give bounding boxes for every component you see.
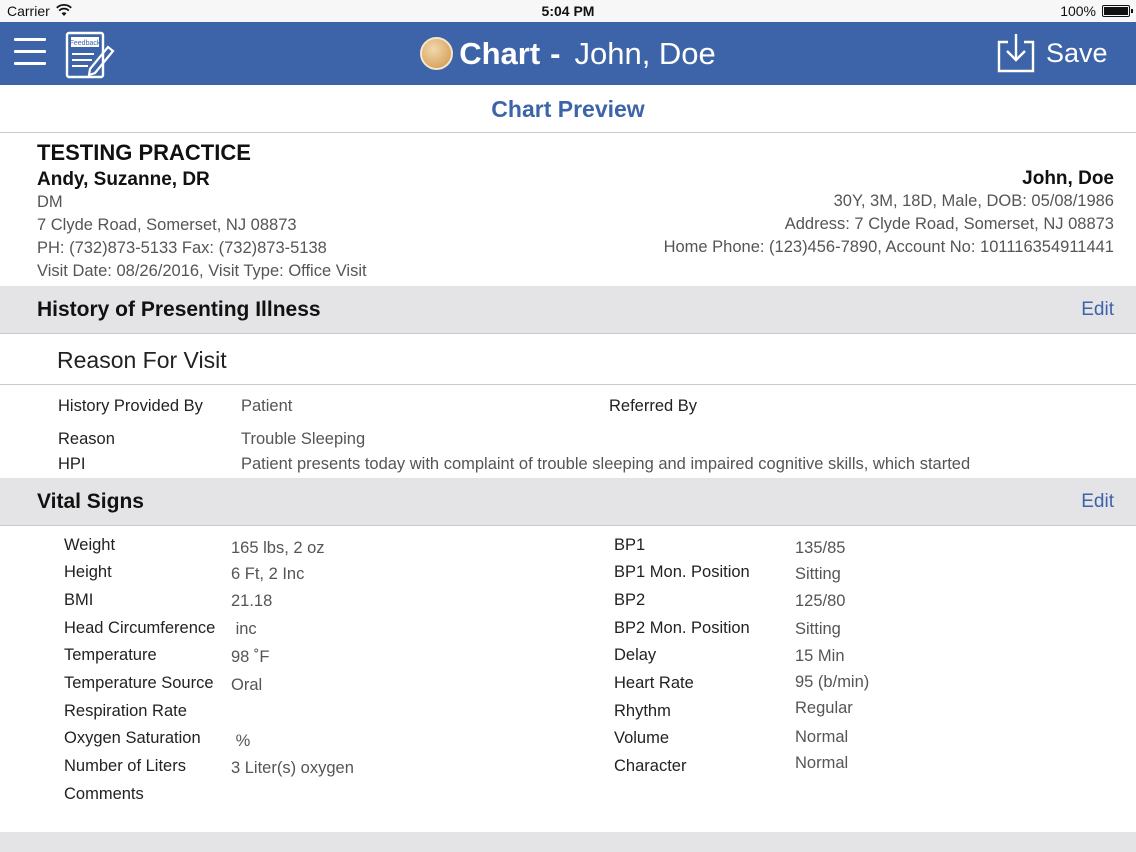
vitals-edit-button[interactable]: Edit — [1081, 478, 1114, 526]
history-provided-by-value: Patient — [241, 397, 293, 415]
history-provided-by-label: History Provided By — [58, 397, 203, 415]
vitals-section-title: Vital Signs — [37, 490, 144, 513]
hpi-value: Patient presents today with complaint of… — [241, 455, 971, 473]
referred-by-label: Referred By — [609, 397, 698, 415]
vital-label: Delay — [614, 646, 657, 664]
vital-value: 98 ˚F — [231, 648, 270, 666]
save-icon — [997, 34, 1035, 73]
vital-value: % — [231, 732, 251, 750]
reason-for-visit-header: Reason For Visit — [0, 335, 1136, 385]
vital-value: 21.18 — [231, 592, 273, 610]
vitals-section-header: Vital Signs Edit — [0, 478, 1136, 526]
practice-phone: PH: (732)873-5133 Fax: (732)873-5138 — [37, 239, 327, 257]
vital-label: Volume — [614, 729, 670, 747]
vital-value: 95 (b/min) — [795, 673, 870, 691]
social-edit-button[interactable]: Edit — [1081, 838, 1114, 852]
menu-button[interactable] — [14, 38, 46, 68]
practice-address: 7 Clyde Road, Somerset, NJ 08873 — [37, 216, 297, 234]
vital-value: Sitting — [795, 565, 841, 583]
vital-label: Heart Rate — [614, 674, 694, 692]
vital-value: Normal — [795, 728, 849, 746]
vital-label: Character — [614, 757, 687, 775]
vital-label: Temperature — [64, 646, 157, 664]
vital-label: Comments — [64, 785, 144, 803]
visit-info: Visit Date: 08/26/2016, Visit Type: Offi… — [37, 262, 367, 280]
patient-address: Address: 7 Clyde Road, Somerset, NJ 0887… — [784, 215, 1114, 233]
save-label: Save — [1046, 37, 1108, 68]
battery-icon — [1102, 5, 1133, 17]
save-button[interactable]: Save — [996, 30, 1108, 76]
doctor-name: Andy, Suzanne, DR — [37, 169, 210, 190]
status-dot-icon — [420, 37, 454, 70]
vital-label: Oxygen Saturation — [64, 729, 201, 747]
hpi-section-title: History of Presenting Illness — [37, 298, 321, 321]
battery-percent: 100% — [1060, 3, 1096, 19]
vital-label: Temperature Source — [64, 674, 214, 692]
vital-label: BP2 Mon. Position — [614, 619, 750, 637]
vital-value: Sitting — [795, 620, 841, 638]
feedback-icon[interactable]: Feedback — [64, 29, 116, 81]
title-chart: Chart — [459, 35, 541, 71]
vital-value: 125/80 — [795, 592, 846, 610]
hpi-edit-button[interactable]: Edit — [1081, 286, 1114, 334]
vital-value: 3 Liter(s) oxygen — [231, 759, 354, 777]
reason-value: Trouble Sleeping — [241, 430, 366, 448]
vital-value: 6 Ft, 2 Inc — [231, 565, 305, 583]
vital-label: BP1 Mon. Position — [614, 563, 750, 581]
vital-label: BMI — [64, 591, 94, 609]
status-time: 5:04 PM — [541, 3, 595, 19]
hpi-section-header: History of Presenting Illness Edit — [0, 286, 1136, 334]
practice-name: TESTING PRACTICE — [37, 140, 251, 165]
practice-info: TESTING PRACTICE Andy, Suzanne, DR DM 7 … — [37, 140, 367, 283]
patient-name: John, Doe — [1022, 168, 1114, 189]
vital-value: 165 lbs, 2 oz — [231, 539, 325, 557]
vital-value: Normal — [795, 754, 849, 772]
patient-contact: Home Phone: (123)456-7890, Account No: 1… — [663, 238, 1114, 256]
hpi-label: HPI — [58, 455, 86, 473]
nav-bar: Feedback Chart - John, Doe Save — [0, 22, 1136, 85]
patient-info: John, Doe 30Y, 3M, 18D, Male, DOB: 05/08… — [664, 168, 1114, 259]
title-patient-name: John, Doe — [574, 35, 716, 71]
title-dash: - — [550, 35, 561, 71]
doctor-credential: DM — [37, 193, 63, 211]
vital-label: Rhythm — [614, 702, 671, 720]
vital-value: inc — [231, 620, 257, 638]
status-bar: Carrier 5:04 PM 100% — [0, 0, 1136, 22]
vital-label: Weight — [64, 536, 116, 554]
vital-label: BP1 — [614, 536, 646, 554]
social-section-header: Social History Edit — [0, 832, 1136, 852]
vital-value: Oral — [231, 676, 263, 694]
patient-demographics: 30Y, 3M, 18D, Male, DOB: 05/08/1986 — [833, 192, 1114, 210]
reason-for-visit-title: Reason For Visit — [57, 347, 227, 373]
vital-label: BP2 — [614, 591, 646, 609]
hamburger-icon — [14, 38, 46, 41]
feedback-label: Feedback — [70, 40, 101, 47]
vital-label: Number of Liters — [64, 757, 186, 775]
vital-label: Height — [64, 563, 112, 581]
vital-value: 135/85 — [795, 539, 846, 557]
page-title: Chart - John, Doe — [0, 22, 1136, 85]
reason-label: Reason — [58, 430, 115, 448]
social-section-title: Social History — [37, 838, 177, 852]
vital-label: Respiration Rate — [64, 702, 187, 720]
vital-value: 15 Min — [795, 647, 845, 665]
vital-label: Head Circumference — [64, 619, 216, 637]
vital-value: Regular — [795, 699, 853, 717]
chart-preview-title: Chart Preview — [0, 85, 1136, 133]
